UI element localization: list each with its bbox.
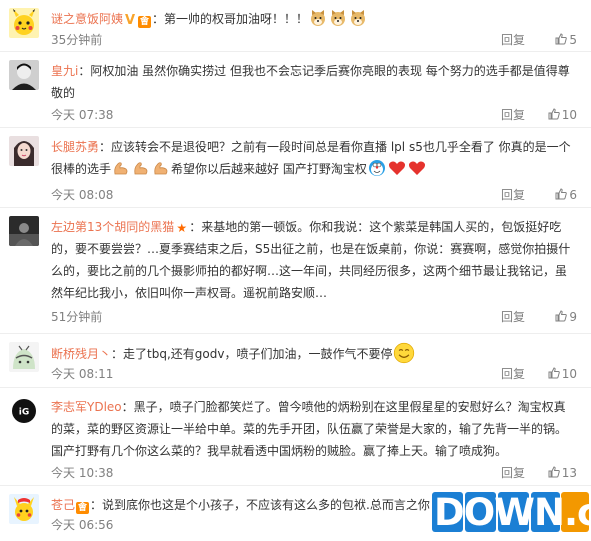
comment-username[interactable]: 皇九i xyxy=(51,64,78,78)
comment-content: 皇九i：阿权加油 虽然你确实捞过 但我也不会忘记季后赛你亮眼的表现 每个努力的选… xyxy=(51,64,570,100)
comment-time: 今天 10:38 xyxy=(51,466,114,480)
comment-meta: 35分钟前 回复 5 xyxy=(51,31,577,49)
user-photo-icon xyxy=(9,216,39,246)
like-button[interactable]: 6 xyxy=(535,186,577,204)
svg-text:iG: iG xyxy=(19,408,29,418)
avatar[interactable] xyxy=(9,60,39,90)
muscle-emoji-icon xyxy=(112,159,130,177)
vip-badge-icon[interactable]: 會 xyxy=(138,16,152,28)
comment-meta: 51分钟前 回复 9 xyxy=(51,308,577,326)
comment-content: 谜之意饭阿姨 V 會：第一帅的权哥加油呀！！！ xyxy=(51,8,577,30)
doraemon-emoji-icon xyxy=(368,159,386,177)
thumbs-up-icon xyxy=(555,33,568,45)
reply-button[interactable]: 回复 xyxy=(501,31,525,49)
comment-time: 51分钟前 xyxy=(51,310,103,324)
reply-button[interactable]: 回复 xyxy=(501,106,525,124)
comment-item: 谜之意饭阿姨 V 會：第一帅的权哥加油呀！！！ 35分钟前 回复 5 xyxy=(0,0,591,52)
reply-button[interactable]: 回复 xyxy=(501,186,525,204)
comment-username[interactable]: 断桥残月丶 xyxy=(51,347,111,361)
avatar[interactable] xyxy=(9,494,39,524)
comment-username[interactable]: 左边第13个胡同的黑猫 xyxy=(51,220,174,234)
muscle-emoji-icon xyxy=(132,159,150,177)
comment-item: 长腿苏勇：应该转会不是退役吧？之前有一段时间总是看你直播 lpl s5也几乎全看… xyxy=(0,128,591,208)
comment-content: 断桥残月丶：走了tbq,还有godv，喷子们加油，一鼓作气不要停 xyxy=(51,342,577,365)
like-count: 13 xyxy=(561,466,577,480)
doge-emoji-icon xyxy=(309,9,327,27)
comment-text: 第一帅的权哥加油呀！！！ xyxy=(164,12,309,26)
doge-emoji-icon xyxy=(349,9,367,27)
like-button[interactable]: 13 xyxy=(535,464,577,482)
like-button[interactable]: 5 xyxy=(535,31,577,49)
cartoon-avatar-icon xyxy=(9,342,39,372)
like-button[interactable]: 9 xyxy=(535,308,577,326)
thumbs-up-icon xyxy=(555,188,568,200)
avatar[interactable] xyxy=(9,216,39,246)
comment-meta: 今天 10:38 回复 13 xyxy=(51,464,577,482)
comment-text: 希望你以后越来越好 国产打野淘宝权 xyxy=(171,162,367,176)
comment-text: 阿权加油 虽然你确实捞过 但我也不会忘记季后赛你亮眼的表现 每个努力的选手都是值… xyxy=(51,64,570,100)
comment-time: 今天 07:38 xyxy=(51,108,114,122)
user-photo-icon xyxy=(9,60,39,90)
like-count: 9 xyxy=(569,310,577,324)
comment-item: 左边第13个胡同的黑猫 ★ ：来基地的第一顿饭。你和我说：这个紫菜是韩国人买的，包饭… xyxy=(0,208,591,334)
comment-meta: 今天 07:38 回复 10 xyxy=(51,106,577,124)
comment-username[interactable]: 长腿苏勇 xyxy=(51,140,99,154)
pikachu-avatar-icon xyxy=(9,494,39,524)
comment-content: 左边第13个胡同的黑猫 ★ ：来基地的第一顿饭。你和我说：这个紫菜是韩国人买的，包饭… xyxy=(51,220,571,300)
comment-time: 今天 06:56 xyxy=(51,518,114,532)
comment-content: 李志军YDleo：黑子，喷子门脸都笑烂了。曾今喷他的炳粉别在这里假星星的安慰好么… xyxy=(51,400,568,458)
comment-content: 长腿苏勇：应该转会不是退役吧？之前有一段时间总是看你直播 lpl s5也几乎全看… xyxy=(51,140,571,177)
comment-meta: 今天 08:11 回复 10 xyxy=(51,365,577,383)
like-count: 6 xyxy=(569,188,577,202)
comment-time: 今天 08:08 xyxy=(51,188,114,202)
pikachu-avatar-icon xyxy=(9,8,39,38)
comment-username[interactable]: 苍己 xyxy=(51,498,75,512)
comment-time: 今天 08:11 xyxy=(51,367,114,381)
avatar[interactable] xyxy=(9,342,39,372)
thumbs-up-icon xyxy=(555,310,568,322)
comment-username[interactable]: 李志军YDleo xyxy=(51,400,122,414)
reply-button[interactable]: 回复 xyxy=(501,365,525,383)
avatar[interactable]: iG xyxy=(9,396,39,426)
comment-meta: 今天 08:08 回复 6 xyxy=(51,186,577,204)
like-button[interactable]: 10 xyxy=(535,106,577,124)
team-logo-icon: iG xyxy=(9,396,39,426)
heart-emoji-icon xyxy=(388,159,406,177)
comment-item: 断桥残月丶：走了tbq,还有godv，喷子们加油，一鼓作气不要停 今天 08:1… xyxy=(0,334,591,388)
heart-emoji-icon xyxy=(408,159,426,177)
star-badge-icon[interactable]: ★ xyxy=(175,222,188,234)
user-photo-icon xyxy=(9,136,39,166)
smile-emoji-icon xyxy=(393,342,415,364)
thumbs-up-icon xyxy=(548,108,560,120)
vip-badge-icon[interactable]: 會 xyxy=(76,502,90,514)
like-count: 10 xyxy=(561,108,577,122)
thumbs-up-icon xyxy=(548,466,560,478)
avatar[interactable] xyxy=(9,136,39,166)
doge-emoji-icon xyxy=(329,9,347,27)
comment-item: iG 李志军YDleo：黑子，喷子门脸都笑烂了。曾今喷他的炳粉别在这里假星星的安… xyxy=(0,388,591,486)
watermark-logo: DOWN.cc xyxy=(430,488,591,538)
comment-text: 走了tbq,还有godv，喷子们加油，一鼓作气不要停 xyxy=(123,347,393,361)
comment-item: 皇九i：阿权加油 虽然你确实捞过 但我也不会忘记季后赛你亮眼的表现 每个努力的选… xyxy=(0,52,591,128)
avatar[interactable] xyxy=(9,8,39,38)
watermark-text: DOWN.cc xyxy=(434,491,591,534)
reply-button[interactable]: 回复 xyxy=(501,464,525,482)
like-count: 5 xyxy=(569,33,577,47)
comment-text: 说到底你也这是个小孩子，不应该有这么多的包袱.总而言之你幸 xyxy=(102,498,442,512)
comment-time: 35分钟前 xyxy=(51,33,103,47)
reply-button[interactable]: 回复 xyxy=(501,308,525,326)
comment-username[interactable]: 谜之意饭阿姨 xyxy=(51,12,123,26)
muscle-emoji-icon xyxy=(152,159,170,177)
thumbs-up-icon xyxy=(548,367,560,379)
verified-badge-icon[interactable]: V xyxy=(124,14,136,27)
like-count: 10 xyxy=(561,367,577,381)
like-button[interactable]: 10 xyxy=(535,365,577,383)
